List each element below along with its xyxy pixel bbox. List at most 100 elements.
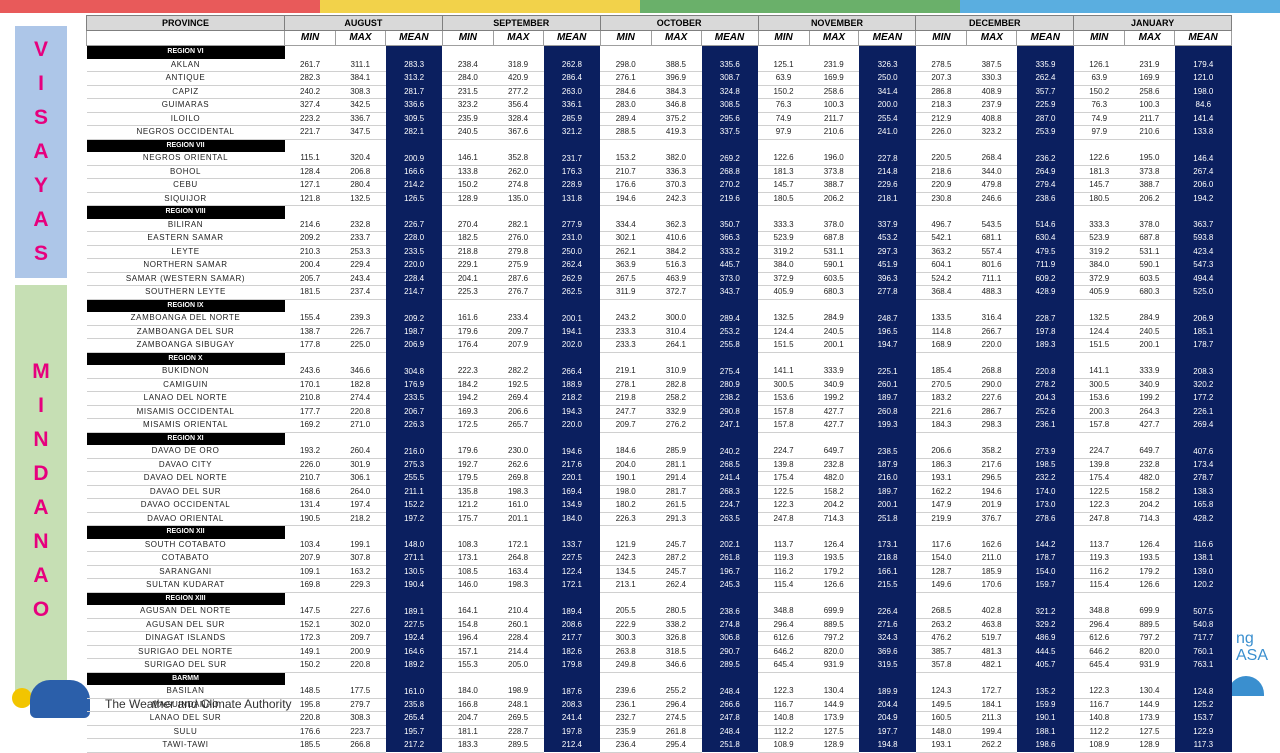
max-value-cell: 289.5: [493, 738, 544, 753]
table-row: LANAO DEL SUR 220.8 308.3 265.4 204.7 269.5 24…: [86, 711, 1232, 726]
max-value-cell: 199.1: [335, 538, 386, 552]
region-gap-cell: [809, 525, 859, 539]
max-value-cell: 162.6: [966, 538, 1017, 552]
min-value-cell: 333.3: [1073, 218, 1125, 232]
table-row: ANTIQUE 282.3 384.1 313.2 284.0 420.9 286.4 276…: [86, 71, 1232, 86]
region-gap-cell: [700, 139, 759, 152]
mean-value-cell: 250.0: [542, 245, 601, 259]
region-gap-cell: [542, 205, 601, 219]
mean-value-cell: 369.6: [858, 645, 916, 659]
region-gap-cell: [966, 672, 1017, 685]
mean-value-cell: 217.7: [542, 631, 601, 645]
mean-value-cell: 194.2: [1174, 192, 1232, 206]
max-value-cell: 531.1: [1124, 245, 1175, 259]
mean-value-cell: 217.2: [384, 738, 443, 752]
min-value-cell: 194.2: [442, 391, 494, 406]
region-gap-cell: [1073, 432, 1125, 445]
min-value-cell: 122.3: [758, 685, 810, 699]
mean-value-cell: 177.2: [1174, 391, 1232, 405]
stat-header-row: MIN MAX MEAN MIN MAX MEAN MIN MAX MEAN MIN MAX MEAN…: [86, 30, 1233, 46]
table-row: BASILAN 148.5 177.5 161.0 184.0 198.9 187.6 239…: [86, 685, 1232, 699]
region-header-row: REGION X: [86, 352, 1232, 365]
min-value-cell: 181.1: [442, 725, 494, 739]
province-name: BILIRAN: [86, 218, 285, 232]
max-value-cell: 300.0: [651, 312, 702, 326]
mean-value-cell: 262.5: [542, 285, 601, 299]
month-header: SEPTEMBER: [441, 15, 601, 31]
min-value-cell: 97.9: [758, 125, 810, 140]
mean-value-cell: 241.0: [858, 125, 916, 139]
mean-value-cell: 178.7: [1174, 338, 1232, 352]
mean-value-cell: 275.4: [700, 365, 759, 378]
max-value-cell: 127.5: [1124, 725, 1175, 739]
max-value-cell: 291.3: [651, 512, 702, 526]
min-value-cell: 179.6: [442, 445, 494, 459]
mean-value-cell: 174.0: [1016, 485, 1074, 499]
mean-value-cell: 187.9: [858, 458, 916, 472]
min-value-cell: 243.6: [284, 365, 336, 379]
mean-value-cell: 226.3: [384, 418, 443, 432]
side-letter: O: [32, 598, 50, 621]
region-label: REGION X: [86, 352, 285, 365]
min-value-cell: 205.7: [284, 272, 336, 286]
mean-value-cell: 268.5: [700, 458, 759, 472]
min-value-cell: 115.4: [758, 578, 810, 593]
umbrella-logo-icon: [1228, 676, 1264, 696]
mean-value-cell: 514.6: [1016, 218, 1074, 232]
min-value-cell: 183.3: [442, 738, 494, 753]
region-gap-cell: [809, 352, 859, 365]
province-name: MISAMIS ORIENTAL: [86, 418, 285, 433]
province-name: CEBU: [86, 178, 285, 193]
min-value-cell: 128.4: [284, 165, 336, 179]
table-row: MISAMIS OCCIDENTAL 177.7 220.8 206.7 169.3 20…: [86, 405, 1232, 419]
min-value-cell: 233.3: [600, 338, 652, 353]
region-gap-cell: [1073, 205, 1125, 219]
min-value-cell: 183.2: [915, 391, 967, 406]
min-value-cell: 384.0: [1073, 258, 1125, 273]
min-value-cell: 612.6: [758, 631, 810, 646]
mean-value-cell: 261.8: [700, 551, 759, 565]
min-value-cell: 210.8: [284, 391, 336, 406]
max-value-cell: 338.2: [651, 618, 702, 632]
stat-header-mean: MEAN: [542, 30, 601, 46]
mean-value-cell: 337.9: [858, 218, 916, 232]
max-value-cell: 330.3: [966, 71, 1017, 86]
mean-value-cell: 271.6: [858, 618, 916, 632]
mean-value-cell: 264.9: [1016, 165, 1074, 179]
max-value-cell: 387.5: [966, 58, 1017, 72]
max-value-cell: 420.9: [493, 71, 544, 86]
table-row: ILOILO 223.2 336.7 309.5 235.9 328.4 285.9 289.…: [86, 112, 1232, 126]
region-gap-cell: [384, 525, 443, 539]
stat-header-min: MIN: [599, 30, 652, 46]
min-value-cell: 126.1: [1073, 58, 1125, 72]
region-gap-cell: [700, 672, 759, 685]
region-gap-cell: [600, 672, 652, 685]
region-gap-cell: [700, 352, 759, 365]
min-value-cell: 149.6: [915, 578, 967, 593]
min-value-cell: 140.8: [758, 711, 810, 726]
mean-value-cell: 321.2: [1016, 605, 1074, 618]
min-value-cell: 262.1: [600, 245, 652, 259]
min-value-cell: 180.5: [1073, 192, 1125, 206]
max-value-cell: 170.6: [966, 578, 1017, 593]
month-header: AUGUST: [284, 15, 443, 31]
province-subheader: [86, 30, 285, 46]
max-value-cell: 266.7: [966, 325, 1017, 339]
min-value-cell: 231.5: [442, 85, 494, 99]
month-header-row: PROVINCE AUGUST SEPTEMBER OCTOBER NOVEMBER DE…: [86, 15, 1233, 31]
mean-value-cell: 198.0: [1174, 85, 1232, 99]
mean-value-cell: 273.9: [1016, 445, 1074, 458]
region-gap-cell: [1073, 45, 1125, 59]
province-name: COTABATO: [86, 551, 285, 566]
max-value-cell: 318.5: [651, 645, 702, 659]
max-value-cell: 228.4: [493, 631, 544, 646]
min-value-cell: 218.6: [915, 165, 967, 179]
min-value-cell: 200.4: [284, 258, 336, 273]
min-value-cell: 184.3: [915, 418, 967, 433]
min-value-cell: 247.8: [1073, 512, 1125, 526]
min-value-cell: 112.2: [758, 725, 810, 739]
min-value-cell: 372.9: [1073, 272, 1125, 286]
max-value-cell: 488.3: [966, 285, 1017, 300]
mean-value-cell: 122.9: [1174, 725, 1232, 739]
min-value-cell: 220.5: [915, 152, 967, 166]
